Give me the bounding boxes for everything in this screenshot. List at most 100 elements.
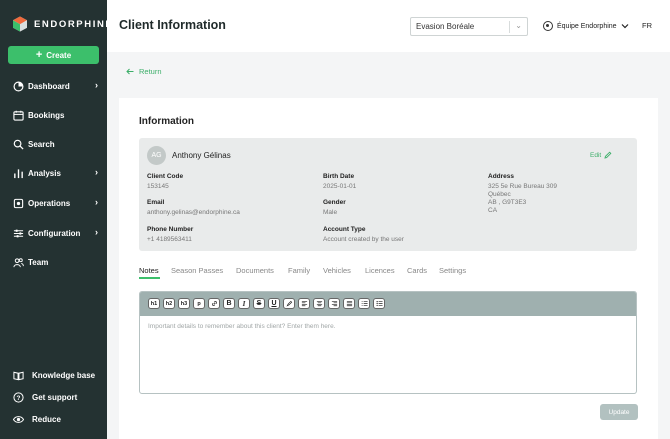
align-right-button[interactable]: [328, 298, 340, 309]
operations-icon: [12, 197, 24, 209]
sidebar-item-label: Configuration: [28, 228, 81, 238]
client-name: Anthony Gélinas: [172, 151, 231, 160]
justify-icon: [346, 300, 352, 307]
chevron-right-icon: ›: [95, 80, 98, 90]
language-switch[interactable]: FR: [642, 21, 652, 30]
team-name: Équipe Endorphine: [557, 22, 617, 30]
team-icon: [12, 256, 24, 268]
address-line-1: 325 5e Rue Bureau 309: [488, 183, 558, 190]
sidebar-item-get-support[interactable]: ? Get support: [12, 389, 100, 405]
highlighter-icon: [286, 300, 292, 307]
align-center-button[interactable]: [313, 298, 325, 309]
search-icon: [12, 138, 24, 150]
highlight-button[interactable]: [283, 298, 295, 309]
email-label: Email: [147, 199, 165, 206]
ordered-list-button[interactable]: [358, 298, 370, 309]
sidebar-item-label: Analysis: [28, 168, 61, 178]
account-type-value: Account created by the user: [323, 236, 404, 243]
create-label: Create: [46, 50, 72, 60]
underline-button[interactable]: U: [268, 298, 280, 309]
address-line-3: AB , G9T3E3: [488, 199, 527, 206]
heading-3-button[interactable]: h3: [178, 298, 190, 309]
justify-button[interactable]: [343, 298, 355, 309]
align-left-button[interactable]: [298, 298, 310, 309]
sidebar-item-operations[interactable]: Operations ›: [12, 195, 100, 211]
page-title: Client Information: [119, 18, 226, 32]
dashboard-icon: [12, 80, 24, 92]
tab-vehicles[interactable]: Vehicles: [323, 266, 351, 275]
gender-value: Male: [323, 209, 338, 216]
strikethrough-button[interactable]: S: [253, 298, 265, 309]
calendar-icon: [12, 109, 24, 121]
client-info-box: AG Anthony Gélinas Edit Client Code 1531…: [139, 138, 637, 251]
active-tab-indicator: [139, 277, 160, 279]
sidebar-item-label: Dashboard: [28, 81, 70, 91]
brand-name: ENDORPHINE: [34, 18, 114, 30]
align-center-icon: [316, 300, 322, 307]
heading-2-button[interactable]: h2: [163, 298, 175, 309]
bar-chart-icon: [12, 167, 24, 179]
sidebar-item-knowledge-base[interactable]: Knowledge base: [12, 367, 100, 383]
tab-family[interactable]: Family: [288, 266, 310, 275]
paragraph-button[interactable]: p: [193, 298, 205, 309]
tab-cards[interactable]: Cards: [407, 266, 427, 275]
edit-button[interactable]: Edit: [590, 151, 612, 159]
help-icon: ?: [12, 391, 24, 403]
birth-date-label: Birth Date: [323, 173, 355, 180]
link-icon: [211, 301, 217, 306]
tab-notes[interactable]: Notes: [139, 266, 159, 275]
brand-logo[interactable]: ENDORPHINE: [12, 16, 113, 32]
top-header: Client Information Evasion Boréale ⌄ Équ…: [107, 0, 670, 52]
update-button[interactable]: Update: [600, 404, 638, 420]
client-select[interactable]: Evasion Boréale ⌄: [410, 17, 528, 36]
birth-date-value: 2025-01-01: [323, 183, 357, 190]
phone-label: Phone Number: [147, 226, 194, 233]
bold-button[interactable]: B: [223, 298, 235, 309]
sidebar-item-analysis[interactable]: Analysis ›: [12, 165, 100, 181]
address-line-4: CA: [488, 207, 498, 214]
user-circle-icon: [543, 21, 553, 31]
client-code-label: Client Code: [147, 173, 184, 180]
heading-1-button[interactable]: h1: [148, 298, 160, 309]
sidebar-item-label: Get support: [32, 392, 78, 402]
sidebar-item-label: Team: [28, 257, 49, 267]
client-code-value: 153145: [147, 183, 169, 190]
address-line-2: Québec: [488, 191, 511, 198]
align-left-icon: [301, 300, 307, 307]
svg-text:?: ?: [16, 394, 20, 401]
sidebar-item-reduce[interactable]: Reduce: [12, 411, 100, 427]
sidebar-item-dashboard[interactable]: Dashboard ›: [12, 78, 100, 94]
team-menu[interactable]: Équipe Endorphine: [543, 21, 629, 31]
sidebar-item-search[interactable]: Search: [12, 136, 100, 152]
endorphine-logo-icon: [13, 16, 27, 32]
tab-season-passes[interactable]: Season Passes: [171, 266, 223, 275]
editor-toolbar: h1 h2 h3 p B I S U: [140, 292, 636, 316]
align-right-icon: [331, 300, 337, 307]
tab-settings[interactable]: Settings: [439, 266, 466, 275]
client-select-value: Evasion Boréale: [416, 22, 475, 31]
pencil-icon: [604, 151, 612, 159]
ordered-list-icon: [361, 301, 368, 306]
edit-label: Edit: [590, 151, 602, 159]
bullet-list-button[interactable]: [373, 298, 385, 309]
italic-button[interactable]: I: [238, 298, 250, 309]
chevron-right-icon: ›: [95, 227, 98, 237]
bullet-list-icon: [376, 300, 383, 307]
section-title: Information: [139, 116, 194, 127]
email-value: anthony.gelinas@endorphine.ca: [147, 209, 240, 216]
plus-icon: +: [35, 48, 43, 61]
sidebar-item-configuration[interactable]: Configuration ›: [12, 225, 100, 241]
sidebar-item-label: Knowledge base: [32, 370, 96, 380]
tab-documents[interactable]: Documents: [236, 266, 274, 275]
tab-licences[interactable]: Licences: [365, 266, 395, 275]
gender-label: Gender: [323, 199, 346, 206]
create-button[interactable]: + Create: [8, 46, 99, 64]
return-link[interactable]: Return: [126, 67, 162, 76]
sidebar-item-team[interactable]: Team: [12, 254, 100, 270]
select-divider: [509, 21, 510, 33]
sidebar-item-bookings[interactable]: Bookings: [12, 107, 100, 123]
sliders-icon: [12, 227, 24, 239]
link-button[interactable]: [208, 298, 220, 309]
notes-editor[interactable]: h1 h2 h3 p B I S U Important details to …: [139, 291, 637, 394]
return-label: Return: [139, 67, 162, 76]
